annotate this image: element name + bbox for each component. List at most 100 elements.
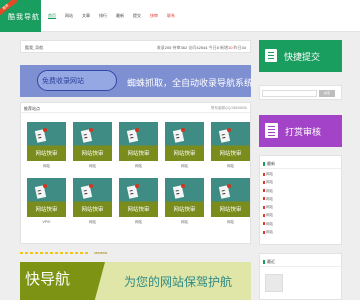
divider: [260, 168, 341, 169]
pin-icon: [89, 128, 93, 132]
tile-caption[interactable]: 网站: [119, 164, 158, 169]
recommended-sites-panel: 推荐站点 联系客服QQ:28698896 网站快审 网站 网站快审 网站 网站快审网…: [20, 102, 251, 244]
banner-brand: 快导航: [25, 271, 71, 288]
search-button[interactable]: 搜索: [319, 90, 335, 97]
tile-label: 网站快审: [219, 151, 242, 157]
tile-caption[interactable]: 网站: [73, 164, 112, 169]
list-item-label: 网站: [266, 172, 273, 176]
tile-thumbnail: 网站快审: [73, 122, 112, 161]
recent-thumbnail[interactable]: [265, 274, 283, 292]
stats-pending: 362: [180, 45, 188, 50]
tile-caption[interactable]: 网站: [73, 220, 112, 225]
tile-caption[interactable]: 网站: [211, 164, 250, 169]
tile-thumbnail: 网站快审: [27, 122, 66, 161]
pin-icon: [227, 128, 231, 132]
nav-item-home[interactable]: 首页: [48, 13, 56, 19]
list-item-label: 网站: [266, 205, 273, 210]
site-tile[interactable]: 网站快审 网站: [165, 178, 204, 225]
logo-text: 酷我导航: [8, 14, 40, 21]
site-logo[interactable]: 推荐 酷我导航: [0, 0, 41, 32]
tile-caption[interactable]: 网站: [211, 220, 250, 225]
panel-contact: 联系客服QQ:28698896: [211, 106, 247, 110]
tile-caption[interactable]: 网站: [165, 164, 204, 169]
notice-stripe: [20, 251, 90, 254]
tile-label: 网站快审: [35, 151, 58, 157]
bullet-icon: [263, 230, 265, 234]
stats-today-label: 今日: [208, 45, 217, 50]
bullet-icon: [263, 172, 265, 176]
recent-title: 最近: [263, 259, 275, 265]
stats-yest: 34: [241, 45, 246, 50]
site-tile[interactable]: 网站快审 网站: [119, 122, 158, 169]
list-item[interactable]: 网站: [263, 189, 273, 197]
latest-sites-panel: 最新 网站 网站 网站 网站 网站 网站 网站 网站: [259, 155, 342, 245]
search-box: 搜索: [259, 85, 342, 100]
tile-thumbnail: 网站快审: [165, 178, 204, 217]
site-tile[interactable]: 网站快审 网站: [211, 178, 250, 225]
nav-item-articles[interactable]: 文章: [82, 13, 90, 19]
site-tile[interactable]: 网站快审 网站: [73, 122, 112, 169]
notice-bar: 28698896: [20, 251, 251, 255]
site-tiles: 网站快审 网站 网站快审 网站 网站快审 网站 网站快审 网站 网站快审 网站 网站快审 V…: [27, 122, 250, 225]
stats-pending-label: 待审: [172, 45, 181, 50]
list-item[interactable]: 网站: [263, 180, 273, 188]
tile-label: 网站快审: [35, 207, 58, 213]
search-input[interactable]: [262, 90, 317, 97]
tip-review-label: 打赏审核: [285, 127, 322, 137]
tile-thumbnail: 网站快审: [165, 122, 204, 161]
pin-icon: [181, 128, 185, 132]
tile-caption[interactable]: 网站: [119, 220, 158, 225]
site-name: 酷我_导航: [25, 45, 44, 50]
pin-icon: [227, 184, 231, 188]
stats-new-label: 新增: [219, 45, 228, 50]
promo-banner-crawler[interactable]: 免费收录网站 蜘蛛抓取，全自动收录导航系统: [20, 65, 251, 97]
recent-panel: 最近: [259, 253, 342, 300]
nav-item-ranking[interactable]: 排行: [99, 13, 107, 19]
tile-label: 网站快审: [127, 151, 150, 157]
bullet-icon: [263, 197, 265, 201]
pin-icon: [181, 184, 185, 188]
bullet-icon: [263, 189, 265, 193]
tile-label: 网站快审: [173, 207, 196, 213]
nav-item-fast-review[interactable]: 快审: [150, 13, 158, 19]
stats-yest-label: 昨日: [233, 45, 242, 50]
stats-prefix: 收录: [156, 45, 165, 50]
promo-banner-kuaidaohang[interactable]: 快导航 为您的网站保驾护航: [20, 262, 251, 300]
tip-review-button[interactable]: 打赏审核: [259, 115, 342, 147]
bullet-icon: [263, 213, 265, 217]
list-item[interactable]: 网站: [263, 222, 273, 230]
list-item-label: 网站: [266, 221, 273, 226]
nav-item-latest[interactable]: 最新: [116, 13, 124, 19]
nav-item-sites[interactable]: 网站: [65, 13, 73, 19]
latest-list: 网站 网站 网站 网站 网站 网站 网站 网站: [263, 172, 273, 238]
site-tile[interactable]: 网站快审 网站: [211, 122, 250, 169]
tile-label: 网站快审: [173, 151, 196, 157]
list-item-label: 网站: [266, 213, 273, 218]
tile-caption[interactable]: VPS!: [27, 220, 66, 225]
quick-submit-label: 快捷提交: [284, 52, 321, 62]
banner-tagline: 为您的网站保驾护航: [124, 275, 233, 289]
tile-thumbnail: 网站快审: [119, 122, 158, 161]
bullet-icon: [263, 205, 265, 209]
site-tile[interactable]: 网站快审 VPS!: [27, 178, 66, 225]
tile-caption[interactable]: 网站: [27, 164, 66, 169]
site-tile[interactable]: 网站快审 网站: [119, 178, 158, 225]
main-nav: 首页 网站 文章 排行 最新 提交 快审 联系: [48, 13, 175, 19]
quick-submit-button[interactable]: 快捷提交: [259, 40, 342, 72]
list-item[interactable]: 网站: [263, 230, 273, 238]
site-tile[interactable]: 网站快审 网站: [73, 178, 112, 225]
site-tile[interactable]: 网站快审 网站: [27, 122, 66, 169]
document-icon: [265, 49, 277, 62]
list-item[interactable]: 网站: [263, 197, 273, 205]
divider: [21, 112, 250, 113]
nav-item-submit[interactable]: 提交: [133, 13, 141, 19]
divider: [260, 266, 341, 267]
tile-caption[interactable]: 网站: [165, 220, 204, 225]
stats-new: 10: [227, 45, 233, 50]
list-item[interactable]: 网站: [263, 213, 273, 221]
nav-item-contact[interactable]: 联系: [167, 13, 175, 19]
tile-label: 网站快审: [127, 207, 150, 213]
site-tile[interactable]: 网站快审 网站: [165, 122, 204, 169]
pin-icon: [43, 128, 47, 132]
tile-label: 网站快审: [81, 207, 104, 213]
